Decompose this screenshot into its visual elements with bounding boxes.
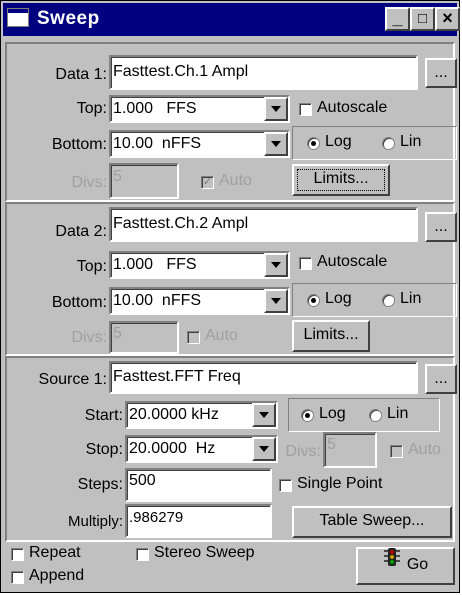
stereo-sweep-label: Stereo Sweep xyxy=(154,544,255,561)
checkmark-icon: ✓ xyxy=(202,176,213,188)
source1-steps-label: Steps: xyxy=(77,476,123,493)
data1-divs-label: Divs: xyxy=(71,174,107,191)
append-label: Append xyxy=(29,567,85,584)
data1-log-radio[interactable] xyxy=(307,137,320,150)
minimize-button[interactable]: _ xyxy=(385,7,410,31)
source1-start-value: 20.0000 kHz xyxy=(129,406,219,423)
repeat-checkbox[interactable] xyxy=(11,548,24,561)
go-button[interactable]: Go xyxy=(356,547,455,585)
repeat-label: Repeat xyxy=(29,544,81,561)
source1-multiply-label: Multiply: xyxy=(67,513,123,530)
data2-autoscale-label: Autoscale xyxy=(317,253,388,270)
table-sweep-button[interactable]: Table Sweep... xyxy=(292,506,452,538)
data2-divs-label: Divs: xyxy=(71,329,107,346)
source1-single-point-checkbox[interactable] xyxy=(279,479,292,492)
data2-browse-button[interactable]: ... xyxy=(425,212,457,242)
data1-autoscale-label: Autoscale xyxy=(317,99,388,116)
data1-bottom-label: Bottom: xyxy=(51,136,107,153)
data1-field[interactable]: Fasttest.Ch.1 Ampl xyxy=(109,55,418,90)
data1-top-label: Top: xyxy=(76,100,107,117)
data2-divs-field[interactable]: 5 xyxy=(109,321,179,354)
data2-limits-button[interactable]: Limits... xyxy=(292,320,370,352)
source1-single-point-label: Single Point xyxy=(297,475,383,492)
source1-lin-radio[interactable] xyxy=(369,409,382,422)
source1-stop-combo[interactable]: 20.0000 Hz xyxy=(125,435,278,463)
go-label: Go xyxy=(406,556,429,574)
data2-log-radio[interactable] xyxy=(307,294,320,307)
data1-auto-label: Auto xyxy=(219,172,252,189)
data2-log-label: Log xyxy=(325,290,352,307)
traffic-light-icon xyxy=(383,547,401,579)
source1-divs-field[interactable]: 5 xyxy=(323,432,377,468)
source1-start-label: Start: xyxy=(84,407,123,424)
data2-bottom-combo[interactable]: 10.00 nFFS xyxy=(109,287,290,315)
data2-top-combo[interactable]: 1.000 FFS xyxy=(109,251,290,279)
data2-top-label: Top: xyxy=(76,258,107,275)
source1-stop-label: Stop: xyxy=(85,441,123,458)
close-button[interactable]: × xyxy=(435,7,460,31)
source1-stop-value: 20.0000 Hz xyxy=(129,440,216,457)
data1-browse-button[interactable]: ... xyxy=(425,58,457,88)
data1-limits-button[interactable]: Limits... xyxy=(292,164,390,196)
window-app-icon[interactable] xyxy=(7,8,29,27)
data2-section: Data 2: Fasttest.Ch.2 Ampl ... Top: 1.00… xyxy=(5,202,457,356)
data1-bottom-value: 10.00 nFFS xyxy=(113,135,202,152)
source1-section: Source 1: Fasttest.FFT Freq ... Start: 2… xyxy=(5,356,457,542)
source1-multiply-field[interactable]: .986279 xyxy=(125,504,272,538)
data1-divs-field[interactable]: 5 xyxy=(109,163,179,199)
data1-log-label: Log xyxy=(325,133,352,150)
source1-field[interactable]: Fasttest.FFT Freq xyxy=(109,361,418,394)
data2-label: Data 2: xyxy=(55,223,107,240)
chevron-down-icon[interactable] xyxy=(264,253,288,277)
data2-lin-label: Lin xyxy=(400,290,422,307)
source1-log-radio[interactable] xyxy=(301,409,314,422)
source1-steps-field[interactable]: 500 xyxy=(125,468,272,502)
title-bar[interactable]: Sweep _ □ × xyxy=(3,3,460,36)
data2-lin-radio[interactable] xyxy=(382,294,395,307)
source1-start-combo[interactable]: 20.0000 kHz xyxy=(125,401,278,429)
data1-label: Data 1: xyxy=(55,66,107,83)
data1-bottom-combo[interactable]: 10.00 nFFS xyxy=(109,130,290,158)
source1-auto-label: Auto xyxy=(408,441,441,458)
data1-lin-label: Lin xyxy=(400,133,422,150)
chevron-down-icon[interactable] xyxy=(264,97,288,121)
stereo-sweep-checkbox[interactable] xyxy=(136,548,149,561)
source1-auto-checkbox[interactable] xyxy=(390,445,403,458)
data1-section: Data 1: Fasttest.Ch.1 Ampl ... Top: 1.00… xyxy=(5,42,457,202)
data2-scale-group: Log Lin xyxy=(292,283,457,317)
sweep-window: Sweep _ □ × Data 1: Fasttest.Ch.1 Ampl .… xyxy=(0,0,460,593)
source1-label: Source 1: xyxy=(38,371,107,388)
chevron-down-icon[interactable] xyxy=(264,132,288,156)
data1-top-combo[interactable]: 1.000 FFS xyxy=(109,95,290,123)
source1-scale-group: Log Lin xyxy=(288,398,440,432)
data2-bottom-value: 10.00 nFFS xyxy=(113,292,202,309)
data1-lin-radio[interactable] xyxy=(382,137,395,150)
data1-autoscale-checkbox[interactable] xyxy=(299,103,312,116)
source1-lin-label: Lin xyxy=(387,405,409,422)
data2-auto-checkbox[interactable] xyxy=(187,331,200,344)
data1-scale-group: Log Lin xyxy=(292,126,457,160)
data2-bottom-label: Bottom: xyxy=(51,294,107,311)
window-title: Sweep xyxy=(37,8,100,29)
source1-browse-button[interactable]: ... xyxy=(425,364,457,394)
source1-log-label: Log xyxy=(319,405,346,422)
data1-top-value: 1.000 FFS xyxy=(113,100,197,117)
source1-divs-label: Divs: xyxy=(285,443,321,460)
data2-autoscale-checkbox[interactable] xyxy=(299,257,312,270)
data2-top-value: 1.000 FFS xyxy=(113,256,197,273)
append-checkbox[interactable] xyxy=(11,571,24,584)
data2-field[interactable]: Fasttest.Ch.2 Ampl xyxy=(109,207,418,242)
data1-auto-checkbox[interactable]: ✓ xyxy=(201,176,214,189)
maximize-button[interactable]: □ xyxy=(410,7,435,31)
chevron-down-icon[interactable] xyxy=(264,289,288,313)
chevron-down-icon[interactable] xyxy=(252,403,276,427)
data2-auto-label: Auto xyxy=(205,327,238,344)
